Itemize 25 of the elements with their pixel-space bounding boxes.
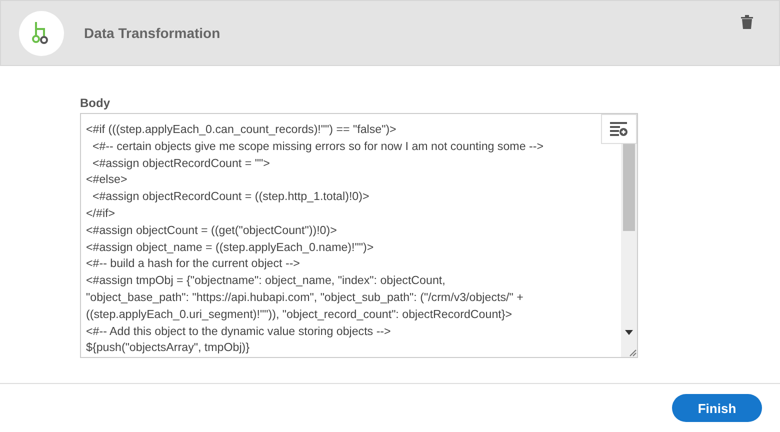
code-line: </#if> xyxy=(86,206,116,222)
code-line: <#assign objectRecordCount = ((step.http_1.total)!0)> xyxy=(91,189,370,206)
code-line: <#assign object_name = ((step.applyEach_0.name)!"")> xyxy=(86,240,374,256)
code-line: ${push("objectsArray", tmpObj)} xyxy=(86,340,250,356)
resize-handle-icon[interactable] xyxy=(627,347,637,357)
list-add-icon xyxy=(610,122,628,136)
code-line: "object_base_path": "https://api.hubapi.com", "object_sub_path": ("/crm/v3/objects/" + xyxy=(86,290,524,306)
code-editor[interactable] xyxy=(80,113,638,358)
code-line: <#-- Add this object to the dynamic value storing objects --> xyxy=(86,324,391,340)
field-label: Body xyxy=(80,96,110,110)
code-line: <#assign tmpObj = {"objectname": object_name, "index": objectCount, xyxy=(86,273,446,290)
window-title: Data Transformation xyxy=(84,25,222,41)
code-line: <#-- certain objects give me scope missing errors so for now I am not counting some --> xyxy=(91,138,544,155)
scroll-down-icon[interactable] xyxy=(625,330,633,335)
branch-icon xyxy=(19,10,64,56)
code-line: <#-- build a hash for the current object --> xyxy=(86,256,300,272)
finish-button[interactable]: Finish xyxy=(672,394,762,422)
code-line: <#assign objectRecordCount = ""> xyxy=(91,156,270,172)
scrollbar[interactable] xyxy=(621,143,637,357)
trash-icon[interactable] xyxy=(741,15,753,29)
code-line: <#else> xyxy=(86,172,128,188)
code-line: <#assign objectCount = ((get("objectCount"))!0)> xyxy=(86,222,337,239)
insert-button[interactable] xyxy=(601,114,637,144)
code-line: <#if (((step.applyEach_0.can_count_records)!"") == "false")> xyxy=(86,122,396,138)
code-line: ((step.applyEach_0.uri_segment)!"")), "object_record_count": objectRecordCount}> xyxy=(86,306,512,323)
